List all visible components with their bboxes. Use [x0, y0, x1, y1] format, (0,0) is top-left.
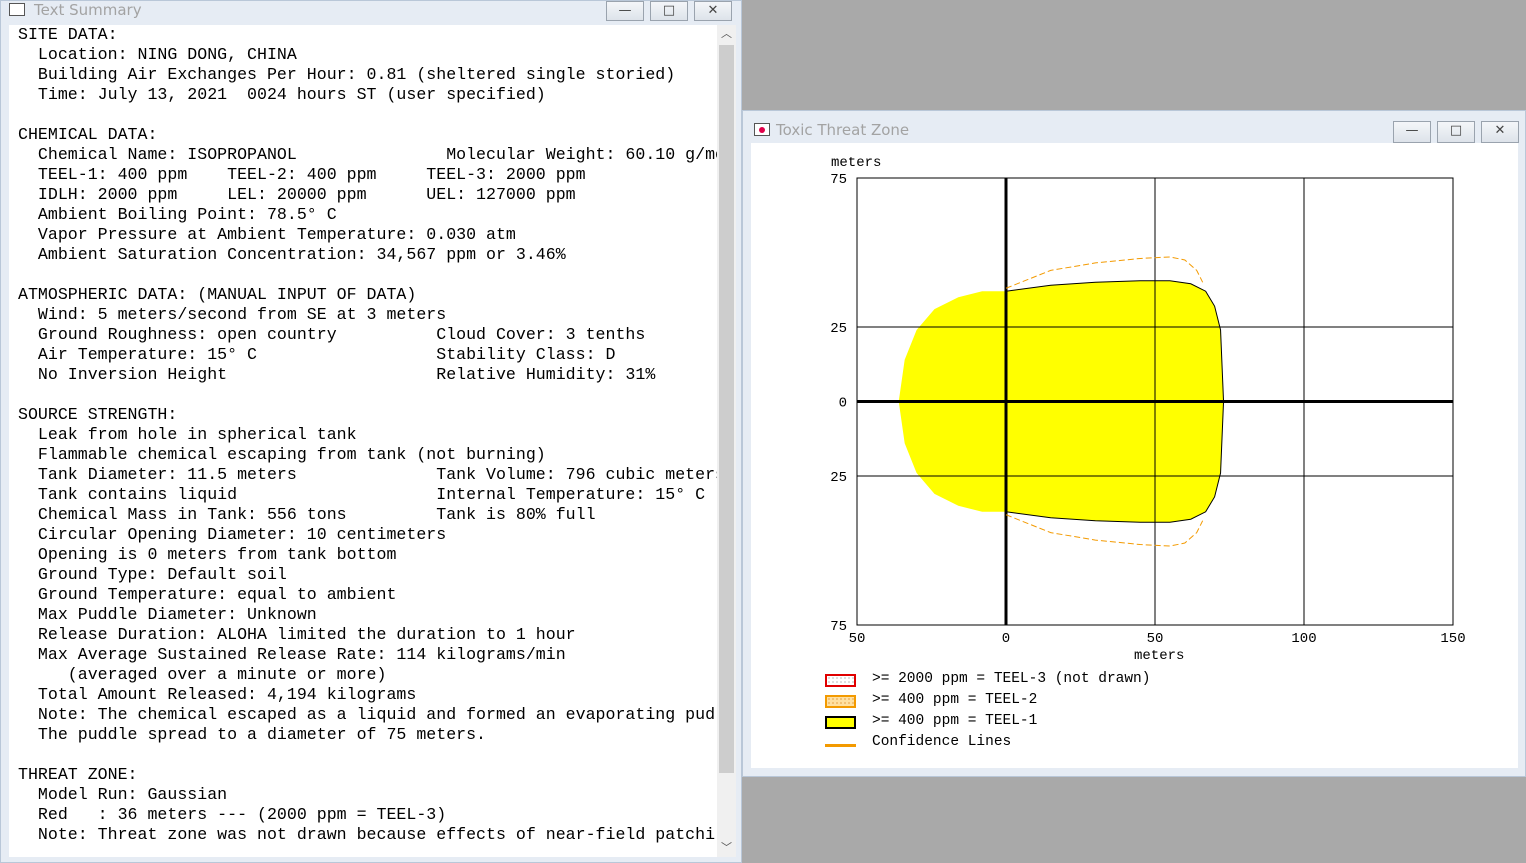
x-tick-label: 0	[1002, 631, 1010, 647]
text-summary-window: Text Summary — □ ✕ SITE DATA: Location: …	[0, 0, 742, 863]
x-tick-label: 50	[849, 631, 866, 647]
summary-line: Location: NING DONG, CHINA	[18, 45, 297, 64]
summary-line	[18, 105, 717, 125]
text-document-icon	[9, 3, 25, 16]
summary-line: Ground Roughness: open country Cloud Cov…	[18, 325, 646, 344]
x-axis-unit-label: meters	[1134, 648, 1184, 663]
summary-text-area[interactable]: SITE DATA: Location: NING DONG, CHINA Bu…	[9, 25, 717, 857]
vertical-scrollbar[interactable]: ︿ ﹀	[717, 25, 736, 857]
summary-line: Max Average Sustained Release Rate: 114 …	[18, 645, 566, 664]
summary-line: Opening is 0 meters from tank bottom	[18, 545, 397, 564]
y-tick-label: 75	[830, 619, 847, 635]
summary-line	[18, 265, 717, 285]
summary-line: CHEMICAL DATA:	[18, 125, 158, 144]
summary-line: Wind: 5 meters/second from SE at 3 meter…	[18, 305, 447, 324]
legend-swatch	[825, 674, 856, 687]
summary-line: Chemical Name: ISOPROPANOL Molecular Wei…	[18, 145, 717, 164]
legend-swatch	[825, 695, 856, 708]
summary-line	[18, 385, 717, 405]
maximize-icon: □	[1449, 123, 1463, 138]
summary-line: Ground Temperature: equal to ambient	[18, 585, 397, 604]
text-summary-titlebar[interactable]: Text Summary — □ ✕	[1, 1, 741, 23]
window-title: Text Summary	[34, 1, 142, 19]
summary-line: Vapor Pressure at Ambient Temperature: 0…	[18, 225, 516, 244]
x-tick-label: 150	[1440, 631, 1465, 647]
summary-line: No Inversion Height Relative Humidity: 3…	[18, 365, 656, 384]
threat-zone-plot-area: 75 25 0 25 75 50 0 50 100 150 meters meters >= 20…	[751, 143, 1518, 768]
legend-swatch	[825, 716, 856, 729]
maximize-button[interactable]: □	[650, 1, 688, 21]
summary-line: ATMOSPHERIC DATA: (MANUAL INPUT OF DATA)	[18, 285, 417, 304]
minimize-button[interactable]: —	[1393, 121, 1431, 143]
summary-line: Ambient Saturation Concentration: 34,567…	[18, 245, 566, 264]
minimize-icon: —	[618, 3, 632, 18]
toxic-threat-zone-window: Toxic Threat Zone — □ ✕ 75 25 0 25 75 50 0 50 10	[742, 110, 1526, 777]
y-tick-label: 75	[830, 172, 847, 188]
legend-swatch	[825, 744, 856, 747]
summary-line: SITE DATA:	[18, 25, 118, 44]
summary-line: Leak from hole in spherical tank	[18, 425, 357, 444]
minimize-icon: —	[1405, 123, 1419, 138]
legend-label: >= 400 ppm = TEEL-1	[872, 713, 1038, 729]
summary-line: Tank Diameter: 11.5 meters Tank Volume: …	[18, 465, 717, 484]
summary-line: Ambient Boiling Point: 78.5° C	[18, 205, 337, 224]
summary-line: Circular Opening Diameter: 10 centimeter…	[18, 525, 447, 544]
summary-lines: SITE DATA: Location: NING DONG, CHINA Bu…	[18, 25, 717, 845]
window-title: Toxic Threat Zone	[776, 121, 910, 139]
summary-line: Ground Type: Default soil	[18, 565, 287, 584]
summary-line	[18, 745, 717, 765]
summary-line: Max Puddle Diameter: Unknown	[18, 605, 317, 624]
summary-line: Note: Threat zone was not drawn because …	[18, 825, 716, 844]
summary-line: THREAT ZONE:	[18, 765, 138, 784]
close-button[interactable]: ✕	[694, 1, 732, 21]
summary-line: Chemical Mass in Tank: 556 tons Tank is …	[18, 505, 596, 524]
y-tick-label: 25	[830, 470, 847, 486]
summary-line: Red : 36 meters --- (2000 ppm = TEEL-3)	[18, 805, 447, 824]
summary-line: Time: July 13, 2021 0024 hours ST (user …	[18, 85, 546, 104]
summary-line: IDLH: 2000 ppm LEL: 20000 ppm UEL: 12700…	[18, 185, 576, 204]
x-tick-label: 50	[1147, 631, 1164, 647]
summary-line: The puddle spread to a diameter of 75 me…	[18, 725, 487, 744]
maximize-button[interactable]: □	[1437, 121, 1475, 143]
summary-line: SOURCE STRENGTH:	[18, 405, 178, 424]
y-axis-unit-label: meters	[831, 155, 881, 171]
summary-line: Building Air Exchanges Per Hour: 0.81 (s…	[18, 65, 676, 84]
x-tick-label: 100	[1291, 631, 1316, 647]
threat-zone-window-icon	[754, 123, 770, 136]
legend-label: Confidence Lines	[872, 734, 1012, 750]
legend-label: >= 2000 ppm = TEEL-3 (not drawn)	[872, 671, 1151, 687]
summary-line: TEEL-1: 400 ppm TEEL-2: 400 ppm TEEL-3: …	[18, 165, 586, 184]
threat-zone-chart: 75250257550 0 50 100 150 meters meters	[830, 155, 1465, 663]
summary-line: Flammable chemical escaping from tank (n…	[18, 445, 546, 464]
legend-label: >= 400 ppm = TEEL-2	[872, 692, 1038, 708]
summary-line: Tank contains liquid Internal Temperatur…	[18, 485, 706, 504]
summary-line: Total Amount Released: 4,194 kilograms	[18, 685, 417, 704]
scroll-down-icon[interactable]: ﹀	[717, 839, 736, 856]
y-tick-label: 25	[830, 321, 847, 337]
minimize-button[interactable]: —	[606, 1, 644, 21]
maximize-icon: □	[662, 3, 676, 18]
close-icon: ✕	[707, 3, 719, 18]
threat-zone-titlebar[interactable]: Toxic Threat Zone — □ ✕	[743, 121, 1525, 143]
summary-line: (averaged over a minute or more)	[18, 665, 387, 684]
y-tick-label: 0	[839, 396, 847, 412]
scrollbar-thumb[interactable]	[719, 45, 734, 773]
summary-line: Release Duration: ALOHA limited the dura…	[18, 625, 576, 644]
close-button[interactable]: ✕	[1481, 121, 1519, 143]
summary-line: Air Temperature: 15° C Stability Class: …	[18, 345, 616, 364]
summary-line: Note: The chemical escaped as a liquid a…	[18, 705, 716, 724]
close-icon: ✕	[1494, 123, 1506, 138]
scroll-up-icon[interactable]: ︿	[717, 25, 736, 42]
summary-line: Model Run: Gaussian	[18, 785, 228, 804]
